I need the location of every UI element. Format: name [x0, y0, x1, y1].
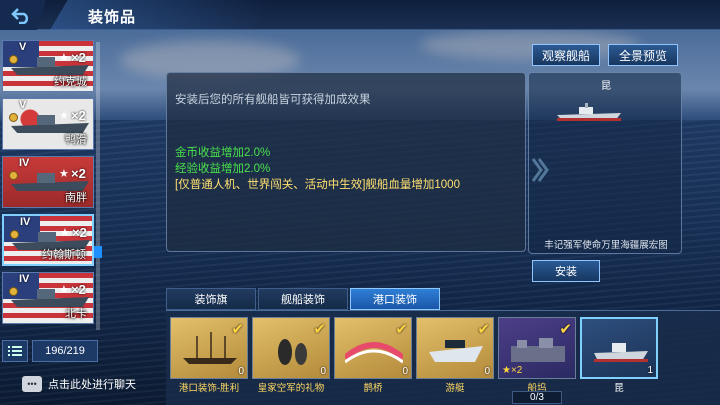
item-quantity: 1 — [647, 365, 653, 376]
item-name: 游艇 — [445, 383, 465, 394]
effect-line: 经验收益增加2.0% — [175, 163, 271, 175]
ship-counter: 196/219 — [32, 340, 98, 362]
ship-tower — [37, 289, 55, 299]
cloud — [420, 30, 640, 60]
item-quantity: 0 — [238, 366, 244, 377]
preview-caption: 丰记强军使命万里海疆展宏图 — [544, 240, 668, 251]
ship-tier: IV — [19, 157, 30, 169]
category-tabs: 装饰旗 舰船装饰 港口装饰 — [166, 288, 440, 310]
item-name: 鹊桥 — [363, 383, 383, 394]
decoration-item[interactable]: ✔ ★×2 — [498, 317, 576, 379]
decoration-item[interactable]: ✔ 0 — [334, 317, 412, 379]
list-menu-button[interactable] — [2, 340, 28, 362]
lock-icon — [9, 55, 18, 64]
tab-port-decor[interactable]: 港口装饰 — [350, 288, 440, 310]
ship-multiplier: ×2 — [71, 282, 86, 297]
chat-entry[interactable]: ••• 点击此处进行聊天 — [22, 376, 136, 392]
ship-card[interactable]: V ★ ×2 鸭滑 — [2, 98, 94, 150]
effect-list: 金币收益增加2.0% 经验收益增加2.0% [仅普通人机、世界闯关、活动中生效]… — [175, 145, 460, 193]
install-hint: 安装后您的所有舰船皆可获得加成效果 — [175, 94, 371, 106]
ship-name: 约克城 — [54, 76, 87, 88]
item-name: 皇家空军的礼物 — [257, 383, 325, 394]
item-quantity: 0 — [320, 366, 326, 377]
ship-list: V ★ ×2 约克城 V ★ ×2 鸭滑 IV ★ ×2 南胖 IV ★ ×2 约翰斯顿 IV ★ ×2 北卡 — [0, 40, 100, 330]
title-decoration — [50, 0, 270, 30]
chat-bubble-icon: ••• — [22, 376, 42, 392]
list-icon — [8, 346, 22, 356]
star-badge: ★×2 — [502, 365, 523, 376]
item-quantity: 0 — [484, 366, 490, 377]
checkmark-icon: ✔ — [395, 321, 408, 338]
decoration-item[interactable]: ✔ 0 — [416, 317, 494, 379]
star-icon: ★ — [59, 168, 69, 180]
item-progress: 0/3 — [512, 391, 562, 404]
tab-ship-decor[interactable]: 舰船装饰 — [258, 288, 348, 310]
ship-tower — [38, 232, 56, 242]
checkmark-icon: ✔ — [477, 321, 490, 338]
ship-name: 南胖 — [65, 192, 87, 204]
decoration-items: ✔ 0 港口装饰-胜利 ✔ 0 皇家空军的礼物 ✔ 0 鹊桥 ✔ 0 游艇 ✔ ★×2 船坞 0/3 1 昆 — [166, 310, 720, 405]
checkmark-icon: ✔ — [313, 321, 326, 338]
star-icon: ★ — [60, 227, 70, 239]
back-arrow-icon — [11, 8, 29, 24]
effect-info-panel: 安装后您的所有舰船皆可获得加成效果 金币收益增加2.0% 经验收益增加2.0% … — [166, 72, 526, 252]
ship-tier: IV — [19, 273, 30, 285]
star-icon: ★ — [59, 284, 69, 296]
preview-name: 昆 — [601, 81, 611, 92]
ship-card[interactable]: IV ★ ×2 北卡 — [2, 272, 94, 324]
ship-name: 鸭滑 — [65, 134, 87, 146]
ship-tier: IV — [20, 216, 31, 228]
ship-tier: V — [19, 99, 27, 111]
ship-list-scrollbar[interactable] — [96, 42, 100, 330]
ship-multiplier: ×2 — [72, 225, 87, 240]
page-title: 装饰品 — [88, 9, 137, 26]
panorama-preview-button[interactable]: 全景预览 — [608, 44, 678, 66]
ship-name: 北卡 — [65, 308, 87, 320]
ship-card[interactable]: IV ★ ×2 南胖 — [2, 156, 94, 208]
decoration-item[interactable]: ✔ 0 — [170, 317, 248, 379]
ship-tower — [37, 173, 55, 183]
preview-panel: 昆 丰记强军使命万里海疆展宏图 — [528, 72, 682, 254]
effect-line: [仅普通人机、世界闯关、活动中生效]舰船血量增加1000 — [175, 179, 460, 191]
destroyer-icon — [594, 343, 648, 362]
decoration-item[interactable]: 1 — [580, 317, 658, 379]
item-name: 昆 — [614, 383, 624, 394]
star-icon: ★ — [59, 52, 69, 64]
item-quantity: 0 — [402, 366, 408, 377]
back-button[interactable] — [0, 0, 46, 30]
item-badge: ×2 — [510, 365, 523, 376]
ship-card[interactable]: IV ★ ×2 约翰斯顿 — [2, 214, 94, 266]
ship-tier: V — [19, 41, 27, 53]
decoration-item[interactable]: ✔ 0 — [252, 317, 330, 379]
checkmark-icon: ✔ — [231, 321, 244, 338]
item-name: 港口装饰-胜利 — [178, 383, 240, 394]
ship-model-icon — [557, 103, 621, 121]
lock-icon — [9, 171, 18, 180]
ship-list-scroll-thumb[interactable] — [94, 246, 102, 258]
checkmark-icon: ✔ — [559, 321, 572, 338]
install-button[interactable]: 安装 — [532, 260, 600, 282]
ship-card[interactable]: V ★ ×2 约克城 — [2, 40, 94, 92]
ship-multiplier: ×2 — [71, 108, 86, 123]
lock-icon — [9, 287, 18, 296]
lock-icon — [9, 113, 18, 122]
ship-name: 约翰斯顿 — [42, 249, 86, 261]
ship-tower — [37, 115, 55, 125]
top-bar: 装饰品 — [0, 0, 720, 30]
ship-multiplier: ×2 — [71, 166, 86, 181]
chat-hint-text: 点击此处进行聊天 — [48, 379, 136, 391]
ship-tower — [37, 57, 55, 67]
lock-icon — [10, 230, 19, 239]
observe-ship-button[interactable]: 观察舰船 — [532, 44, 600, 66]
tab-flag-decor[interactable]: 装饰旗 — [166, 288, 256, 310]
effect-line: 金币收益增加2.0% — [175, 147, 271, 159]
star-icon: ★ — [59, 110, 69, 122]
ship-multiplier: ×2 — [71, 50, 86, 65]
